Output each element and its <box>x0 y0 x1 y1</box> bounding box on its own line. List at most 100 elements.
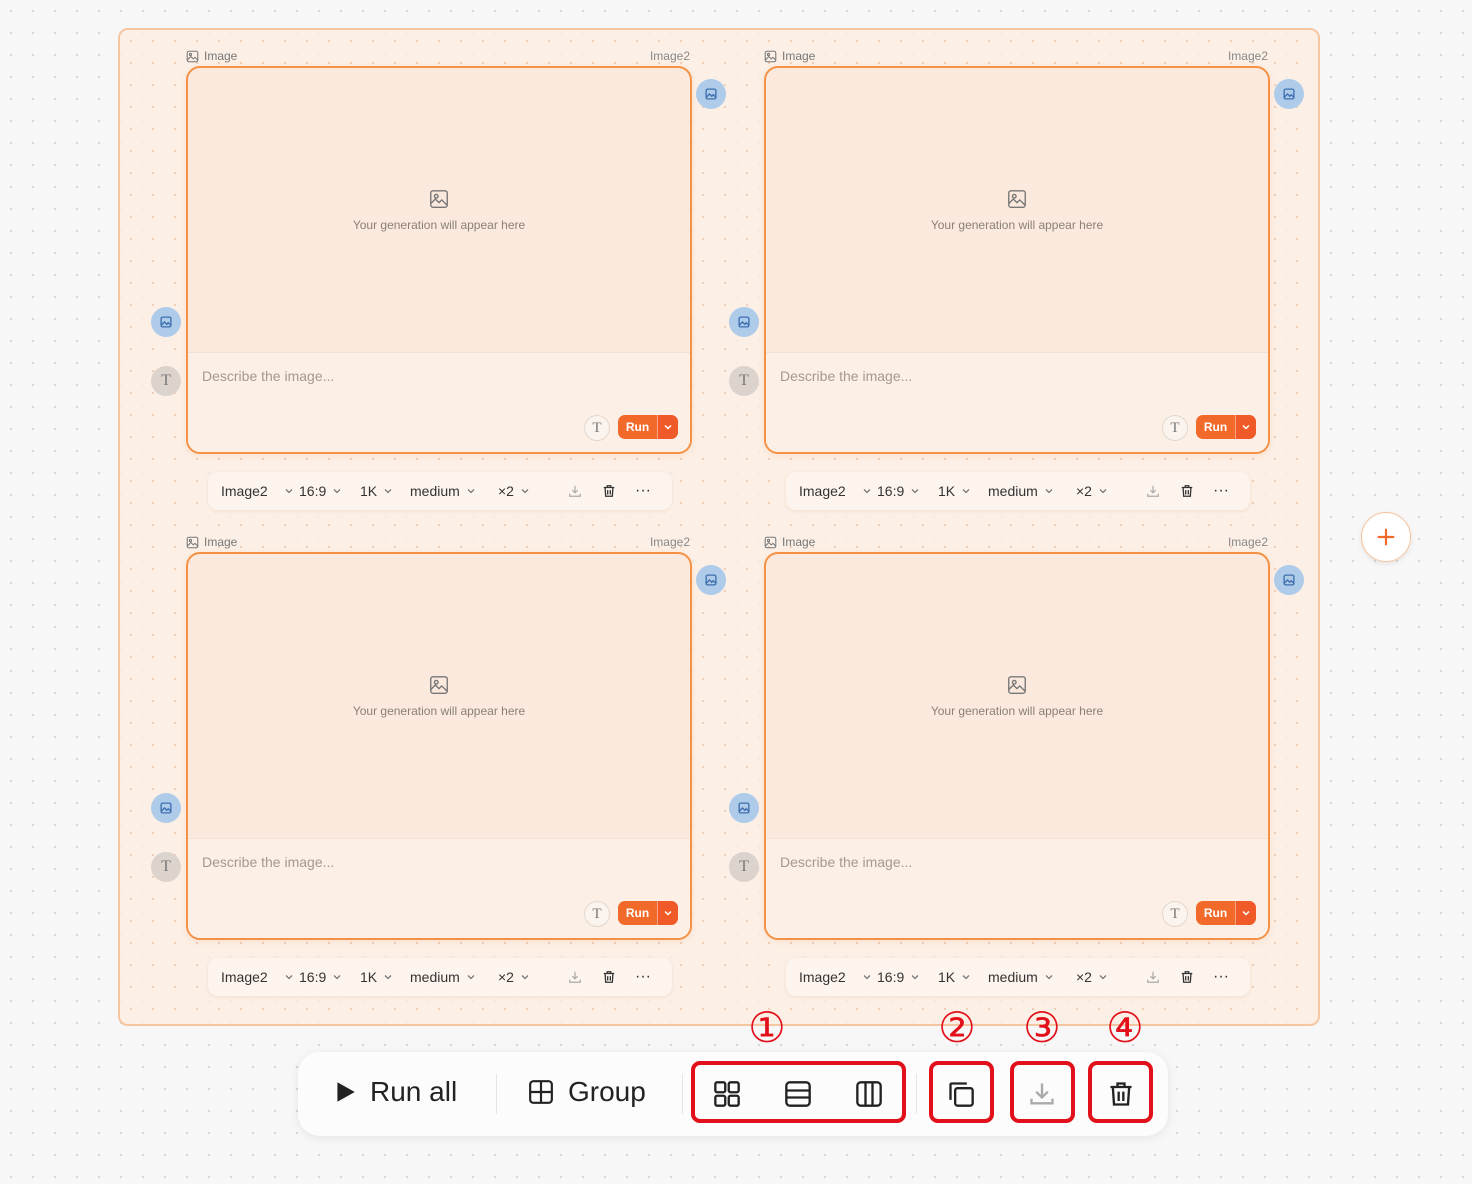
text-format-button[interactable]: T <box>584 415 610 441</box>
trash-icon <box>1181 971 1193 983</box>
image-input-handle[interactable] <box>729 793 759 823</box>
run-button[interactable]: Run <box>618 415 678 439</box>
model-select[interactable]: Image2 <box>799 483 877 499</box>
text-input-handle[interactable]: T <box>151 366 181 396</box>
node-more-button[interactable]: ··· <box>1204 482 1238 500</box>
node-type-label: Image <box>764 49 815 63</box>
plus-icon <box>1377 528 1395 546</box>
count-select[interactable]: ×2 <box>1076 483 1136 499</box>
resolution-select[interactable]: 1K <box>360 969 410 985</box>
aspect-ratio-value: 16:9 <box>299 969 327 985</box>
run-label: Run <box>1203 906 1228 920</box>
model-select[interactable]: Image2 <box>221 483 299 499</box>
chevron-down-icon <box>664 424 672 430</box>
node-delete-button[interactable] <box>592 970 626 984</box>
chevron-down-icon <box>467 489 475 494</box>
node-download-button[interactable] <box>558 970 592 984</box>
image-card[interactable]: Your generation will appear here T Run <box>764 66 1270 454</box>
text-input-handle[interactable]: T <box>729 852 759 882</box>
count-value: ×2 <box>498 969 514 985</box>
image-node[interactable]: Image Image2 Your generation will appear… <box>696 29 1306 510</box>
count-select[interactable]: ×2 <box>498 483 558 499</box>
prompt-input[interactable] <box>778 367 1222 385</box>
count-select[interactable]: ×2 <box>498 969 558 985</box>
node-download-button[interactable] <box>1136 970 1170 984</box>
trash-icon <box>603 485 615 497</box>
quality-select[interactable]: medium <box>988 483 1076 499</box>
chevron-down-icon <box>1045 975 1053 980</box>
node-download-button[interactable] <box>558 484 592 498</box>
aspect-ratio-select[interactable]: 16:9 <box>877 483 938 499</box>
resolution-select[interactable]: 1K <box>360 483 410 499</box>
text-input-handle[interactable]: T <box>729 366 759 396</box>
run-options-button[interactable] <box>1235 415 1256 439</box>
image-node[interactable]: Image Image2 Your generation will appear… <box>118 515 728 996</box>
image-input-handle[interactable] <box>151 793 181 823</box>
chevron-down-icon <box>863 489 871 494</box>
highlight-box-duplicate <box>929 1061 994 1123</box>
model-select[interactable]: Image2 <box>799 969 877 985</box>
run-button[interactable]: Run <box>1196 901 1256 925</box>
aspect-ratio-select[interactable]: 16:9 <box>877 969 938 985</box>
node-more-button[interactable]: ··· <box>1204 968 1238 986</box>
image-icon <box>186 50 199 62</box>
model-select[interactable]: Image2 <box>221 969 299 985</box>
image-output-handle[interactable] <box>1274 565 1304 595</box>
generation-preview: Your generation will appear here <box>766 68 1268 352</box>
quality-select[interactable]: medium <box>410 483 498 499</box>
aspect-ratio-select[interactable]: 16:9 <box>299 969 360 985</box>
prompt-input[interactable] <box>778 853 1222 871</box>
prompt-input[interactable] <box>200 853 644 871</box>
resolution-select[interactable]: 1K <box>938 483 988 499</box>
image-placeholder-icon <box>1008 190 1026 208</box>
text-input-handle[interactable]: T <box>151 852 181 882</box>
toolbar-divider <box>496 1074 497 1114</box>
image-input-handle[interactable] <box>151 307 181 337</box>
count-select[interactable]: ×2 <box>1076 969 1136 985</box>
node-more-button[interactable]: ··· <box>626 968 660 986</box>
run-options-button[interactable] <box>657 415 678 439</box>
group-label: Group <box>568 1076 646 1107</box>
image-card[interactable]: Your generation will appear here T Run <box>186 552 692 940</box>
model-select-value: Image2 <box>799 969 846 985</box>
quality-select[interactable]: medium <box>410 969 498 985</box>
image-input-handle[interactable] <box>729 307 759 337</box>
run-all-label: Run all <box>370 1076 458 1107</box>
aspect-ratio-value: 16:9 <box>877 969 905 985</box>
node-download-button[interactable] <box>1136 484 1170 498</box>
run-options-button[interactable] <box>1235 901 1256 925</box>
play-icon <box>337 1082 355 1102</box>
image-node[interactable]: Image Image2 Your generation will appear… <box>118 29 728 510</box>
text-format-button[interactable]: T <box>1162 901 1188 927</box>
resolution-select[interactable]: 1K <box>938 969 988 985</box>
prompt-area: T Run <box>188 352 690 452</box>
run-button[interactable]: Run <box>1196 415 1256 439</box>
image-output-handle[interactable] <box>1274 79 1304 109</box>
image-card[interactable]: Your generation will appear here T Run <box>186 66 692 454</box>
node-more-button[interactable]: ··· <box>626 482 660 500</box>
image-placeholder-icon <box>1008 676 1026 694</box>
node-model-label: Image2 <box>1227 49 1268 63</box>
node-delete-button[interactable] <box>1170 484 1204 498</box>
aspect-ratio-select[interactable]: 16:9 <box>299 483 360 499</box>
node-delete-button[interactable] <box>1170 970 1204 984</box>
run-all-button[interactable]: Run all <box>332 1076 457 1108</box>
toolbar-divider <box>916 1074 917 1114</box>
image-node[interactable]: Image Image2 Your generation will appear… <box>696 515 1306 996</box>
prompt-input[interactable] <box>200 367 644 385</box>
generation-placeholder-text: Your generation will appear here <box>930 218 1104 232</box>
chevron-down-icon <box>333 489 341 494</box>
group-button[interactable]: Group <box>528 1076 646 1108</box>
node-type-label: Image <box>186 49 237 63</box>
run-button[interactable]: Run <box>618 901 678 925</box>
generation-placeholder-text: Your generation will appear here <box>352 218 526 232</box>
text-format-button[interactable]: T <box>584 901 610 927</box>
node-delete-button[interactable] <box>592 484 626 498</box>
quality-select[interactable]: medium <box>988 969 1076 985</box>
add-node-button[interactable] <box>1361 512 1411 562</box>
image-card[interactable]: Your generation will appear here T Run <box>764 552 1270 940</box>
chevron-down-icon <box>1045 489 1053 494</box>
node-model-label: Image2 <box>649 49 690 63</box>
text-format-button[interactable]: T <box>1162 415 1188 441</box>
run-options-button[interactable] <box>657 901 678 925</box>
